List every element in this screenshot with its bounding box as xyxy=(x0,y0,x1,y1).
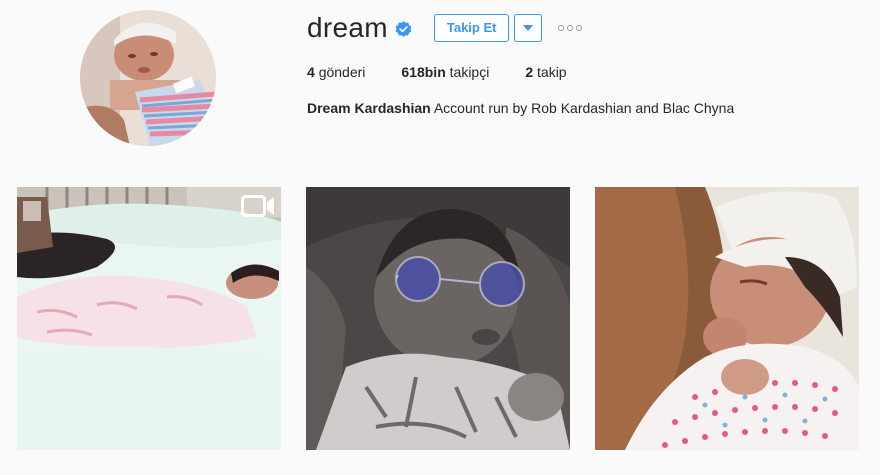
more-dot xyxy=(558,25,565,31)
more-options-icon[interactable] xyxy=(556,14,584,42)
stat-posts: 4 gönderi xyxy=(307,63,365,81)
post-tile[interactable] xyxy=(306,187,570,450)
profile-avatar[interactable] xyxy=(80,10,216,146)
stat-followers-count: 618bin xyxy=(401,64,446,80)
post-image xyxy=(306,187,570,450)
full-name: Dream Kardashian xyxy=(307,100,431,116)
avatar-image xyxy=(80,10,216,146)
bio-text: Account run by Rob Kardashian and Blac C… xyxy=(433,100,735,116)
stat-followers[interactable]: 618bin takipçi xyxy=(401,63,489,81)
title-row: dream Takip Et xyxy=(307,12,867,44)
profile-bio: Dream Kardashian Account run by Rob Kard… xyxy=(307,99,867,117)
post-tile[interactable] xyxy=(595,187,859,450)
follow-button[interactable]: Takip Et xyxy=(433,14,510,42)
post-image xyxy=(595,187,859,450)
post-image xyxy=(17,187,281,450)
chevron-down-icon xyxy=(523,25,534,31)
stat-posts-label: gönderi xyxy=(318,64,366,80)
username: dream xyxy=(307,12,388,43)
stat-following[interactable]: 2 takip xyxy=(525,63,566,81)
verified-badge-icon xyxy=(395,20,412,37)
video-camera-icon xyxy=(241,195,274,217)
profile-stats: 4 gönderi 618bin takipçi 2 takip xyxy=(307,63,867,81)
stat-following-label: takip xyxy=(537,64,567,80)
more-dot xyxy=(567,25,574,31)
stat-posts-count: 4 xyxy=(307,64,315,80)
more-dot xyxy=(576,25,583,31)
post-tile[interactable] xyxy=(17,187,281,450)
profile-header: dream Takip Et 4 gönderi 618bin takipçi … xyxy=(307,12,867,117)
stat-following-count: 2 xyxy=(525,64,534,80)
suggestions-dropdown-button[interactable] xyxy=(514,14,543,42)
stat-followers-label: takipçi xyxy=(449,64,490,80)
